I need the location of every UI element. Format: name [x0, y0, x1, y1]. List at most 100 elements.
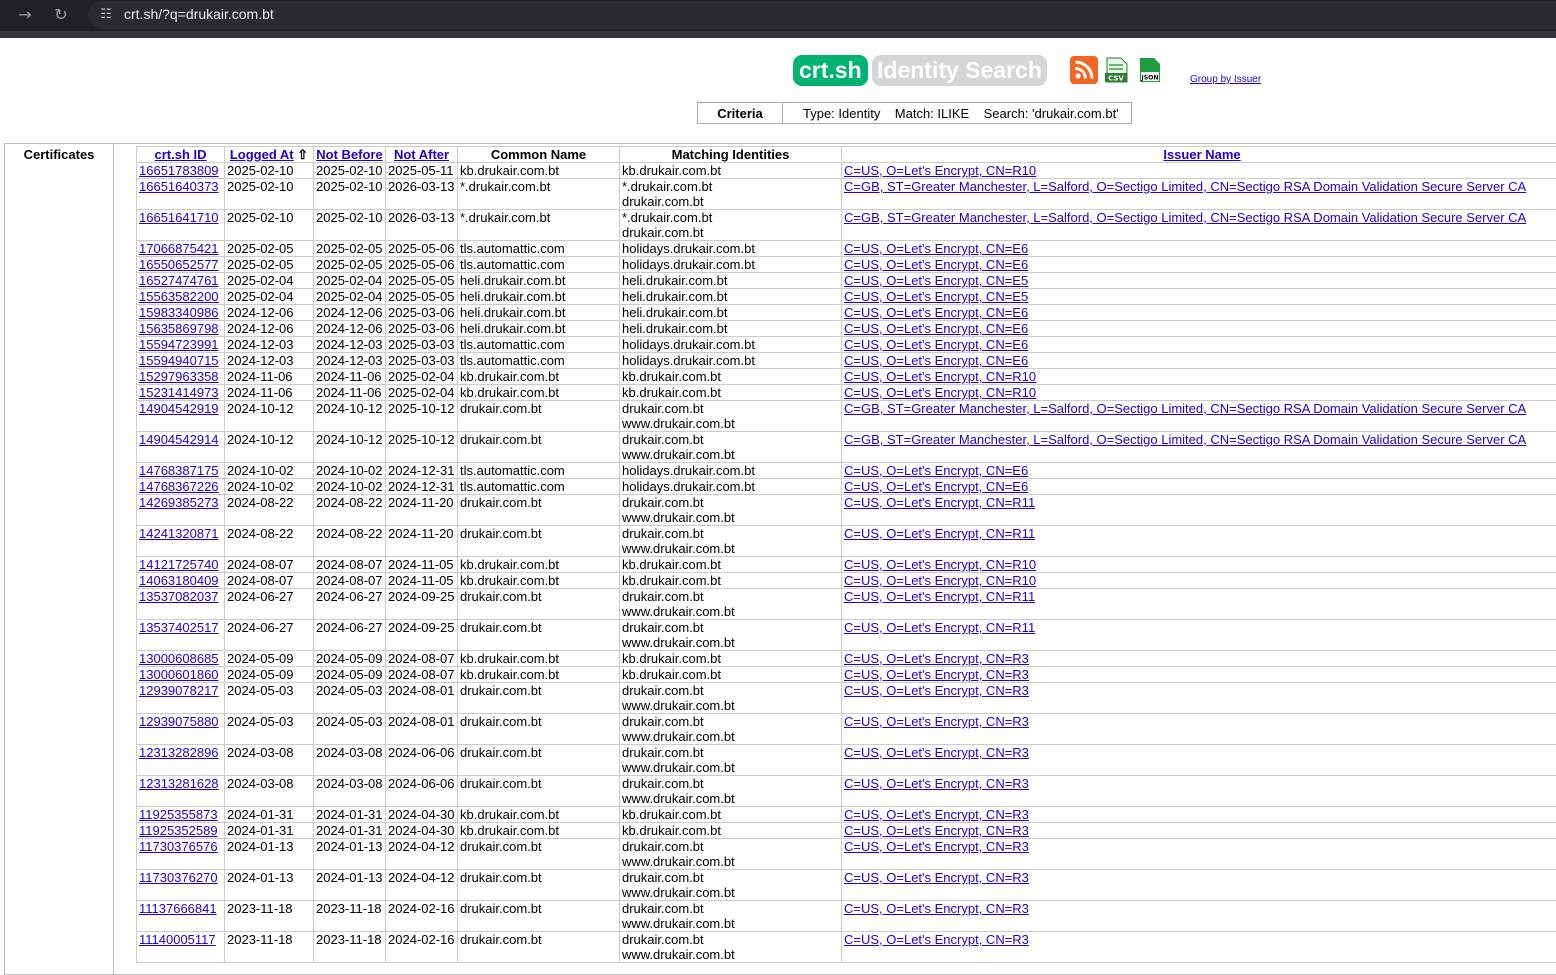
issuer-name-link[interactable]: C=GB, ST=Greater Manchester, L=Salford, …: [844, 210, 1526, 225]
json-download-icon[interactable]: JSON: [1136, 56, 1164, 84]
issuer-name-link[interactable]: C=US, O=Let's Encrypt, CN=E6: [844, 479, 1028, 494]
not-before-cell: 2024-08-07: [314, 573, 386, 589]
cert-id-link[interactable]: 14121725740: [139, 557, 219, 572]
cert-id-link[interactable]: 14768387175: [139, 463, 219, 478]
arrow-right-icon[interactable]: →: [14, 5, 36, 25]
cert-id-link[interactable]: 11730376576: [139, 839, 218, 854]
issuer-name-link[interactable]: C=US, O=Let's Encrypt, CN=R11: [844, 589, 1035, 604]
sort-not-after-link[interactable]: Not After: [394, 147, 449, 162]
sort-crtsh-id-link[interactable]: crt.sh ID: [154, 147, 206, 162]
logged-at-cell: 2024-06-27: [225, 589, 314, 620]
rss-feed-icon[interactable]: [1070, 56, 1098, 84]
cert-id-link[interactable]: 11925352589: [139, 823, 218, 838]
not-before-cell: 2025-02-10: [314, 179, 386, 210]
group-by-issuer-link[interactable]: Group by Issuer: [1190, 74, 1261, 85]
cert-id-link[interactable]: 16527474761: [139, 273, 219, 288]
issuer-name-cell: C=US, O=Let's Encrypt, CN=R11: [842, 526, 1556, 557]
issuer-name-link[interactable]: C=US, O=Let's Encrypt, CN=R3: [844, 776, 1029, 791]
cert-id-link[interactable]: 17066875421: [139, 241, 219, 256]
sort-issuer-name-link[interactable]: Issuer Name: [1163, 147, 1240, 162]
matching-identity: drukair.com.bt: [622, 589, 839, 604]
issuer-name-link[interactable]: C=US, O=Let's Encrypt, CN=E6: [844, 241, 1028, 256]
cert-id-link[interactable]: 13000608685: [139, 651, 219, 666]
issuer-name-link[interactable]: C=US, O=Let's Encrypt, CN=R3: [844, 839, 1029, 854]
site-settings-icon[interactable]: ☷: [96, 5, 116, 25]
csv-download-icon[interactable]: CSV: [1103, 56, 1131, 84]
issuer-name-link[interactable]: C=US, O=Let's Encrypt, CN=R10: [844, 573, 1036, 588]
cert-id-link[interactable]: 16550652577: [139, 257, 219, 272]
not-after-cell: 2024-06-06: [386, 745, 458, 776]
cert-id-link[interactable]: 14241320871: [139, 526, 219, 541]
cert-id-link[interactable]: 12939078217: [139, 683, 219, 698]
cert-id-link[interactable]: 15231414973: [139, 385, 219, 400]
issuer-name-link[interactable]: C=US, O=Let's Encrypt, CN=E6: [844, 257, 1028, 272]
issuer-name-link[interactable]: C=US, O=Let's Encrypt, CN=R11: [844, 526, 1035, 541]
not-before-cell: 2023-11-18: [314, 901, 386, 932]
issuer-name-link[interactable]: C=US, O=Let's Encrypt, CN=E5: [844, 289, 1028, 304]
cert-id-link[interactable]: 13537402517: [139, 620, 219, 635]
issuer-name-cell: C=US, O=Let's Encrypt, CN=R3: [842, 776, 1556, 807]
cert-id-link[interactable]: 14269385273: [139, 495, 219, 510]
cert-id-link[interactable]: 15635869798: [139, 321, 219, 336]
cert-id-link[interactable]: 12939075880: [139, 714, 219, 729]
cert-id-link[interactable]: 15983340986: [139, 305, 219, 320]
crtsh-logo[interactable]: crt.sh: [793, 55, 868, 86]
issuer-name-link[interactable]: C=US, O=Let's Encrypt, CN=R11: [844, 495, 1035, 510]
address-bar[interactable]: [88, 1, 1556, 29]
issuer-name-link[interactable]: C=US, O=Let's Encrypt, CN=R3: [844, 901, 1029, 916]
sort-logged-at-link[interactable]: Logged At: [230, 147, 294, 162]
issuer-name-link[interactable]: C=GB, ST=Greater Manchester, L=Salford, …: [844, 432, 1526, 447]
cert-id-link[interactable]: 16651640373: [139, 179, 219, 194]
cert-id-link[interactable]: 12313282896: [139, 745, 219, 760]
not-before-cell: 2024-08-07: [314, 557, 386, 573]
cert-id-link[interactable]: 14768367226: [139, 479, 219, 494]
issuer-name-link[interactable]: C=US, O=Let's Encrypt, CN=R3: [844, 714, 1029, 729]
cert-id-link[interactable]: 16651783809: [139, 163, 219, 178]
issuer-name-link[interactable]: C=US, O=Let's Encrypt, CN=E6: [844, 463, 1028, 478]
cert-id-link[interactable]: 11140005117: [139, 932, 216, 947]
cert-id-link[interactable]: 12313281628: [139, 776, 219, 791]
issuer-name-link[interactable]: C=US, O=Let's Encrypt, CN=R10: [844, 385, 1036, 400]
issuer-name-link[interactable]: C=US, O=Let's Encrypt, CN=E6: [844, 353, 1028, 368]
common-name-cell: drukair.com.bt: [458, 901, 620, 932]
cert-id-link[interactable]: 15594940715: [139, 353, 219, 368]
cert-id-link[interactable]: 14904542914: [139, 432, 219, 447]
sort-not-before-link[interactable]: Not Before: [316, 147, 382, 162]
reload-icon[interactable]: ↻: [50, 5, 72, 25]
common-name-cell: heli.drukair.com.bt: [458, 289, 620, 305]
issuer-name-link[interactable]: C=US, O=Let's Encrypt, CN=R10: [844, 163, 1036, 178]
issuer-name-link[interactable]: C=US, O=Let's Encrypt, CN=E6: [844, 337, 1028, 352]
cert-id-link[interactable]: 11730376270: [139, 870, 218, 885]
address-bar-url[interactable]: crt.sh/?q=drukair.com.bt: [124, 6, 274, 22]
cert-id-cell: 11730376270: [137, 870, 225, 901]
issuer-name-link[interactable]: C=US, O=Let's Encrypt, CN=R10: [844, 369, 1036, 384]
issuer-name-cell: C=GB, ST=Greater Manchester, L=Salford, …: [842, 401, 1556, 432]
cert-id-link[interactable]: 14063180409: [139, 573, 219, 588]
issuer-name-link[interactable]: C=GB, ST=Greater Manchester, L=Salford, …: [844, 179, 1526, 194]
issuer-name-link[interactable]: C=US, O=Let's Encrypt, CN=R3: [844, 823, 1029, 838]
cert-id-link[interactable]: 11137666841: [139, 901, 217, 916]
cert-id-link[interactable]: 11925355873: [139, 807, 218, 822]
issuer-name-link[interactable]: C=US, O=Let's Encrypt, CN=R3: [844, 651, 1029, 666]
issuer-name-link[interactable]: C=US, O=Let's Encrypt, CN=R3: [844, 745, 1029, 760]
cert-id-link[interactable]: 13000601860: [139, 667, 219, 682]
cert-id-link[interactable]: 13537082037: [139, 589, 219, 604]
cert-id-link[interactable]: 15563582200: [139, 289, 219, 304]
issuer-name-link[interactable]: C=US, O=Let's Encrypt, CN=R3: [844, 870, 1029, 885]
issuer-name-link[interactable]: C=GB, ST=Greater Manchester, L=Salford, …: [844, 401, 1526, 416]
cert-id-link[interactable]: 14904542919: [139, 401, 219, 416]
common-name-cell: drukair.com.bt: [458, 401, 620, 432]
issuer-name-link[interactable]: C=US, O=Let's Encrypt, CN=E5: [844, 273, 1028, 288]
issuer-name-link[interactable]: C=US, O=Let's Encrypt, CN=R3: [844, 807, 1029, 822]
issuer-name-link[interactable]: C=US, O=Let's Encrypt, CN=R3: [844, 683, 1029, 698]
issuer-name-link[interactable]: C=US, O=Let's Encrypt, CN=R11: [844, 620, 1035, 635]
cert-id-link[interactable]: 15594723991: [139, 337, 219, 352]
issuer-name-link[interactable]: C=US, O=Let's Encrypt, CN=R3: [844, 932, 1029, 947]
cert-id-link[interactable]: 15297963358: [139, 369, 219, 384]
issuer-name-link[interactable]: C=US, O=Let's Encrypt, CN=E6: [844, 321, 1028, 336]
issuer-name-link[interactable]: C=US, O=Let's Encrypt, CN=E6: [844, 305, 1028, 320]
issuer-name-link[interactable]: C=US, O=Let's Encrypt, CN=R3: [844, 667, 1029, 682]
not-after-cell: 2024-12-31: [386, 479, 458, 495]
cert-id-link[interactable]: 16651641710: [139, 210, 219, 225]
issuer-name-link[interactable]: C=US, O=Let's Encrypt, CN=R10: [844, 557, 1036, 572]
